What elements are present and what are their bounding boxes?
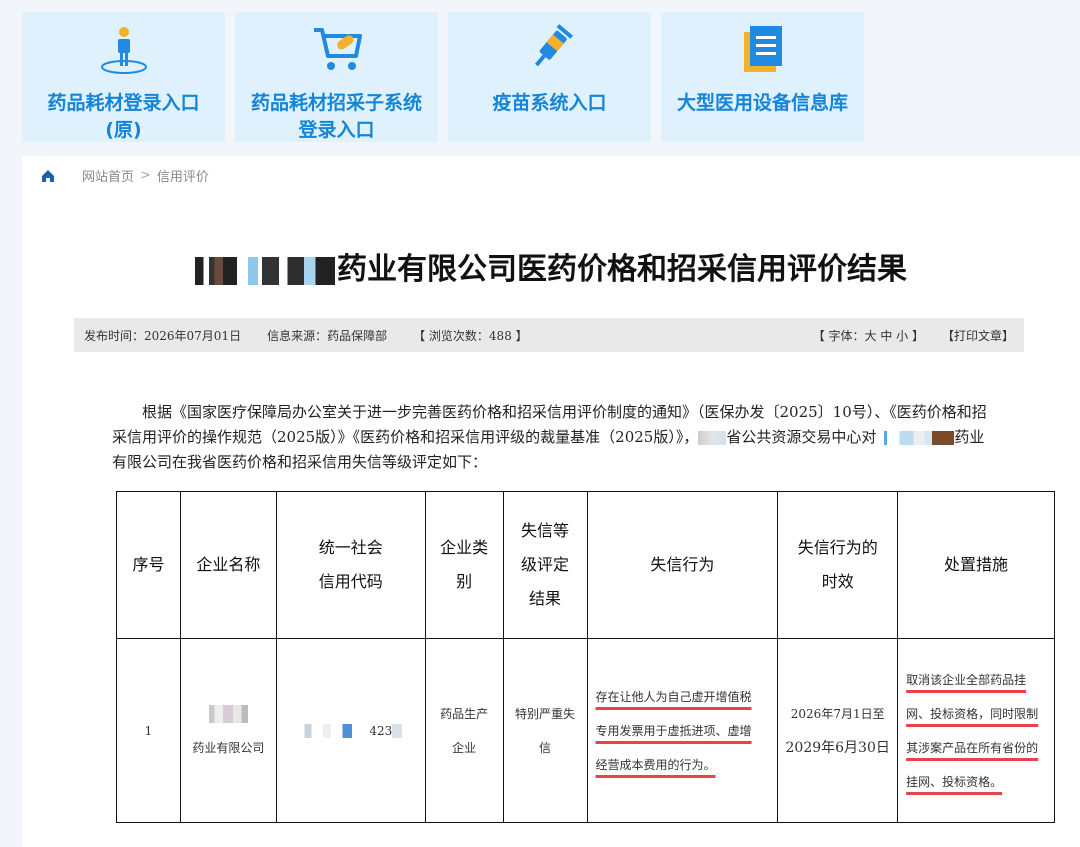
breadcrumb-current[interactable]: 信用评价 [157,166,209,185]
tile-medical-equipment-db[interactable]: 大型医用设备信息库 [661,12,864,142]
article-title: 药业有限公司医药价格和招采信用评价结果 [22,244,1080,288]
article-paragraph: 根据《国家医疗保障局办公室关于进一步完善医药价格和招采信用评价制度的通知》（医保… [112,403,987,471]
cell-behavior: 存在让他人为自己虚开增值税 专用发票用于虚抵进项、虚增 经营成本费用的行为。 [586,638,779,823]
font-size-switch[interactable]: 【 字体：大 中 小 】 [813,327,924,344]
shopping-cart-pill-icon [310,22,364,76]
header-credit-code: 统一社会 信用代码 [275,491,426,639]
syringe-icon [523,22,577,76]
home-icon[interactable] [40,168,56,184]
entry-tiles: 药品耗材登录入口 (原) 药品耗材招采子系统 登录入口 疫苗系统入口 大型医用设… [22,12,864,142]
cell-company: 药业有限公司 [179,638,277,823]
breadcrumb-home-link[interactable]: 网站首页 [82,166,134,185]
tile-label: 药品耗材招采子系统 登录入口 [250,92,422,141]
publish-date: 发布时间：2026年07月01日 [84,328,242,343]
cell-credit-code: 423 [275,638,426,823]
cell-index: 1 [116,638,181,823]
header-company: 企业名称 [179,491,277,639]
header-index: 序号 [116,491,181,639]
tile-drug-consumables-login-old[interactable]: 药品耗材登录入口 (原) [22,12,225,142]
table-header-row: 序号 企业名称 统一社会 信用代码 企业类 别 失信等 级评定 结果 失信行为 … [116,491,1055,639]
redacted-credit-code [299,724,370,738]
header-measures: 处置措施 [897,491,1055,639]
cell-rating: 特别严重失信 [502,638,588,823]
view-count: 【 浏览次数：488 】 [413,328,528,343]
header-category: 企业类 别 [424,491,504,639]
tile-drug-procurement-login[interactable]: 药品耗材招采子系统 登录入口 [235,12,438,142]
tile-label: 疫苗系统入口 [492,92,607,114]
cell-measures: 取消该企业全部药品挂 网、投标资格，同时限制 其涉案产品在所有省份的 挂网、投标… [897,638,1055,823]
tile-label: 药品耗材登录入口 (原) [47,92,200,141]
info-source: 信息来源：药品保障部 [267,328,388,343]
redacted-credit-code-tail [392,724,403,738]
redacted-company-name [195,256,335,285]
breadcrumb: 网站首页 > 信用评价 [40,166,209,185]
redacted-company [876,431,955,445]
cell-period: 2026年7月1日至 2029年6月30日 [777,638,899,823]
person-pin-icon [97,22,151,76]
credit-rating-table: 序号 企业名称 统一社会 信用代码 企业类 别 失信等 级评定 结果 失信行为 … [116,491,1055,823]
article-panel: 网站首页 > 信用评价 药业有限公司医药价格和招采信用评价结果 发布时间：202… [22,156,1080,847]
print-article-link[interactable]: 【打印文章】 [942,327,1014,344]
redacted-company-prefix [204,704,253,723]
article-meta-bar: 发布时间：2026年07月01日 信息来源：药品保障部 【 浏览次数：488 】… [74,318,1024,352]
tile-label: 大型医用设备信息库 [676,92,848,114]
tile-vaccine-system[interactable]: 疫苗系统入口 [448,12,651,142]
document-list-icon [736,22,790,76]
table-row: 1 药业有限公司 423 药品生产 企业 特别严重失信 存在让他人为自己虚开增值税… [116,638,1055,823]
header-rating: 失信等 级评定 结果 [502,491,588,639]
header-behavior: 失信行为 [586,491,779,639]
header-period: 失信行为的 时效 [777,491,899,639]
redacted-province [698,431,727,445]
cell-category: 药品生产 企业 [424,638,504,823]
breadcrumb-separator: > [140,168,151,183]
